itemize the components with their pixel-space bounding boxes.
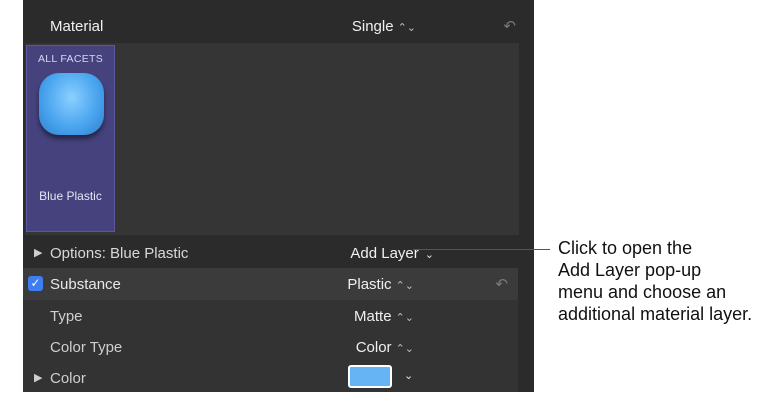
updown-arrows-icon: ⌃⌄ bbox=[395, 312, 414, 324]
updown-arrows-icon: ⌃⌄ bbox=[395, 280, 414, 292]
color-type-popup[interactable]: Color ⌃⌄ bbox=[356, 339, 414, 356]
material-header-row: Material Single ⌃⌄ ↶ bbox=[23, 10, 534, 44]
options-row: ▶ Options: Blue Plastic Add Layer ⌄ bbox=[23, 237, 534, 269]
facet-tile-all-facets[interactable]: ALL FACETS Blue Plastic bbox=[26, 45, 115, 232]
substance-popup[interactable]: Plastic ⌃⌄ bbox=[347, 276, 414, 293]
type-value: Matte bbox=[354, 308, 392, 325]
facet-material-name: Blue Plastic bbox=[39, 189, 102, 203]
material-label: Material bbox=[50, 18, 104, 35]
disclosure-triangle-icon[interactable]: ▶ bbox=[34, 371, 42, 384]
add-layer-label: Add Layer bbox=[350, 245, 419, 262]
callout-leader-line bbox=[413, 249, 550, 250]
options-label[interactable]: Options: Blue Plastic bbox=[50, 245, 188, 262]
updown-arrows-icon: ⌃⌄ bbox=[397, 22, 416, 34]
callout-line-1: Click to open the bbox=[558, 238, 693, 258]
substance-row: ✓ Substance Plastic ⌃⌄ ↶ bbox=[23, 268, 518, 300]
color-swatch-well[interactable] bbox=[348, 365, 392, 388]
substance-layer-group: ✓ Substance Plastic ⌃⌄ ↶ Type Matte ⌃⌄ Col… bbox=[23, 268, 518, 392]
callout-text: Click to open the Add Layer pop-up menu … bbox=[558, 237, 778, 325]
material-mode-popup[interactable]: Single ⌃⌄ bbox=[352, 18, 416, 35]
type-popup[interactable]: Matte ⌃⌄ bbox=[354, 308, 414, 325]
type-row: Type Matte ⌃⌄ bbox=[23, 300, 518, 331]
substance-label: Substance bbox=[50, 276, 121, 293]
disclosure-triangle-icon[interactable]: ▶ bbox=[34, 246, 42, 259]
material-inspector-panel: Material Single ⌃⌄ ↶ ALL FACETS Blue Plas… bbox=[23, 0, 534, 392]
substance-value: Plastic bbox=[347, 276, 392, 293]
substance-checkbox[interactable]: ✓ bbox=[28, 276, 43, 291]
color-type-row: Color Type Color ⌃⌄ bbox=[23, 331, 518, 362]
color-label: Color bbox=[50, 370, 86, 387]
color-row: ▶ Color bbox=[23, 362, 518, 393]
color-type-value: Color bbox=[355, 339, 392, 356]
callout-line-4: additional material layer. bbox=[558, 304, 753, 324]
reset-icon[interactable]: ↶ bbox=[503, 17, 516, 35]
chevron-down-icon: ⌄ bbox=[424, 249, 434, 261]
reset-icon[interactable]: ↶ bbox=[495, 275, 508, 293]
material-mode-value: Single bbox=[351, 18, 394, 35]
callout-line-3: menu and choose an bbox=[558, 282, 727, 302]
facet-caption: ALL FACETS bbox=[37, 53, 104, 65]
color-type-label: Color Type bbox=[50, 339, 123, 356]
add-layer-popup[interactable]: Add Layer ⌄ bbox=[350, 245, 434, 262]
chevron-down-icon[interactable]: ⌄ bbox=[404, 369, 413, 382]
material-preview-swatch bbox=[39, 73, 104, 135]
updown-arrows-icon: ⌃⌄ bbox=[395, 343, 414, 355]
type-label: Type bbox=[50, 308, 83, 325]
facets-area: ALL FACETS Blue Plastic bbox=[25, 43, 519, 235]
callout-line-2: Add Layer pop-up bbox=[558, 260, 702, 280]
